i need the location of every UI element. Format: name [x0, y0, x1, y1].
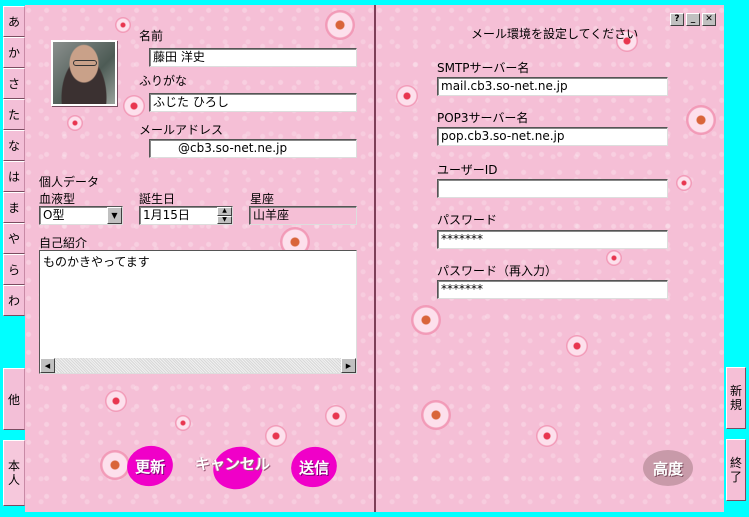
blossom-decoration [175, 415, 191, 431]
tab-ma[interactable]: ま [3, 192, 25, 223]
blossom-decoration [67, 115, 83, 131]
tab-other[interactable]: 他 [3, 368, 25, 430]
smtp-field[interactable]: mail.cb3.so-net.ne.jp [437, 77, 668, 96]
blossom-decoration [123, 95, 145, 117]
blossom-decoration [325, 10, 355, 40]
tab-sa[interactable]: さ [3, 68, 25, 99]
minimize-icon[interactable]: _ [686, 13, 700, 26]
password-confirm-label: パスワード（再入力） [437, 264, 558, 278]
blossom-decoration [606, 250, 622, 266]
spin-up-icon[interactable]: ▲ [217, 207, 232, 216]
name-label: 名前 [139, 29, 164, 43]
exit-tab-label: 終了 [729, 456, 742, 484]
profile-page: 名前 藤田 洋史 ふりがな ふじた ひろし メールアドレス @cb3.so-ne… [25, 5, 375, 512]
spinner-buttons[interactable]: ▲ ▼ [217, 207, 232, 224]
email-label: メールアドレス [139, 123, 224, 137]
password-label: パスワード [437, 213, 498, 227]
zodiac-field: 山羊座 [249, 206, 357, 225]
blossom-decoration [265, 425, 287, 447]
tab-ha[interactable]: は [3, 161, 25, 192]
personal-data-label: 個人データ [39, 175, 100, 189]
tab-self[interactable]: 本人 [3, 440, 25, 506]
blossom-decoration [566, 335, 588, 357]
password-field[interactable]: ******* [437, 230, 668, 249]
user-id-field[interactable] [437, 179, 668, 198]
close-icon[interactable]: ✕ [702, 13, 716, 26]
furigana-field[interactable]: ふじた ひろし [149, 93, 357, 112]
name-field[interactable]: 藤田 洋史 [149, 48, 357, 67]
blossom-decoration [105, 390, 127, 412]
tab-ta[interactable]: た [3, 99, 25, 130]
new-tab-label: 新規 [729, 384, 742, 412]
blossom-decoration [325, 405, 347, 427]
intro-textarea[interactable]: ものかきやってます ◀ ▶ [39, 250, 357, 374]
new-tab[interactable]: 新規 [726, 367, 746, 429]
update-button[interactable]: 更新 [123, 441, 177, 491]
tab-na[interactable]: な [3, 130, 25, 161]
smtp-label: SMTPサーバー名 [437, 61, 530, 75]
advanced-button[interactable]: 高度 [643, 450, 693, 486]
scroll-track[interactable] [55, 358, 341, 373]
index-tabs: あ か さ た な は ま や ら わ 他 本人 [3, 6, 25, 511]
email-field[interactable]: @cb3.so-net.ne.jp [149, 139, 357, 158]
zodiac-label: 星座 [250, 192, 275, 206]
dropdown-arrow-icon[interactable]: ▼ [107, 207, 122, 224]
blood-type-value: O型 [43, 208, 65, 222]
exit-tab[interactable]: 終了 [726, 439, 746, 501]
password-confirm-field[interactable]: ******* [437, 280, 668, 299]
blossom-decoration [676, 175, 692, 191]
blossom-decoration [396, 85, 418, 107]
tab-ya[interactable]: や [3, 223, 25, 254]
send-button-label: 送信 [298, 458, 330, 477]
blood-type-label: 血液型 [39, 192, 76, 206]
horizontal-scrollbar[interactable]: ◀ ▶ [40, 358, 356, 373]
furigana-label: ふりがな [139, 74, 188, 88]
tab-ka[interactable]: か [3, 37, 25, 68]
help-icon[interactable]: ? [670, 13, 684, 26]
cancel-button[interactable]: キャンセル [195, 453, 270, 474]
pop3-label: POP3サーバー名 [437, 111, 529, 125]
tab-a[interactable]: あ [3, 6, 25, 37]
blossom-decoration [115, 17, 131, 33]
intro-text: ものかきやってます [43, 255, 150, 269]
profile-photo [51, 40, 117, 106]
scroll-left-icon[interactable]: ◀ [40, 358, 55, 373]
birthday-spinner[interactable]: 1月15日 ▲ ▼ [139, 206, 233, 225]
pop3-field[interactable]: pop.cb3.so-net.ne.jp [437, 127, 668, 146]
blossom-decoration [100, 450, 130, 480]
user-id-label: ユーザーID [437, 163, 498, 177]
app-window: あ か さ た な は ま や ら わ 他 本人 名前 藤田 洋史 ふりがな ふ… [0, 0, 749, 517]
blood-type-select[interactable]: O型 ▼ [39, 206, 123, 225]
birthday-label: 誕生日 [139, 192, 176, 206]
blossom-decoration [536, 425, 558, 447]
mail-settings-title: メール環境を設定してください [471, 27, 639, 41]
spin-down-icon[interactable]: ▼ [217, 215, 232, 224]
birthday-value: 1月15日 [143, 208, 190, 222]
glasses-shape [73, 60, 97, 66]
tab-wa[interactable]: わ [3, 285, 25, 316]
intro-label: 自己紹介 [39, 236, 88, 250]
blossom-decoration [686, 105, 716, 135]
window-controls: ? _ ✕ [670, 13, 716, 26]
tab-ra[interactable]: ら [3, 254, 25, 285]
action-tabs: 新規 終了 [726, 5, 746, 512]
blossom-decoration [421, 400, 451, 430]
update-button-label: 更新 [134, 457, 166, 476]
scroll-right-icon[interactable]: ▶ [341, 358, 356, 373]
mail-settings-page: ? _ ✕ メール環境を設定してください SMTPサーバー名 mail.cb3.… [376, 5, 724, 512]
blossom-decoration [411, 305, 441, 335]
send-button[interactable]: 送信 [287, 442, 341, 492]
